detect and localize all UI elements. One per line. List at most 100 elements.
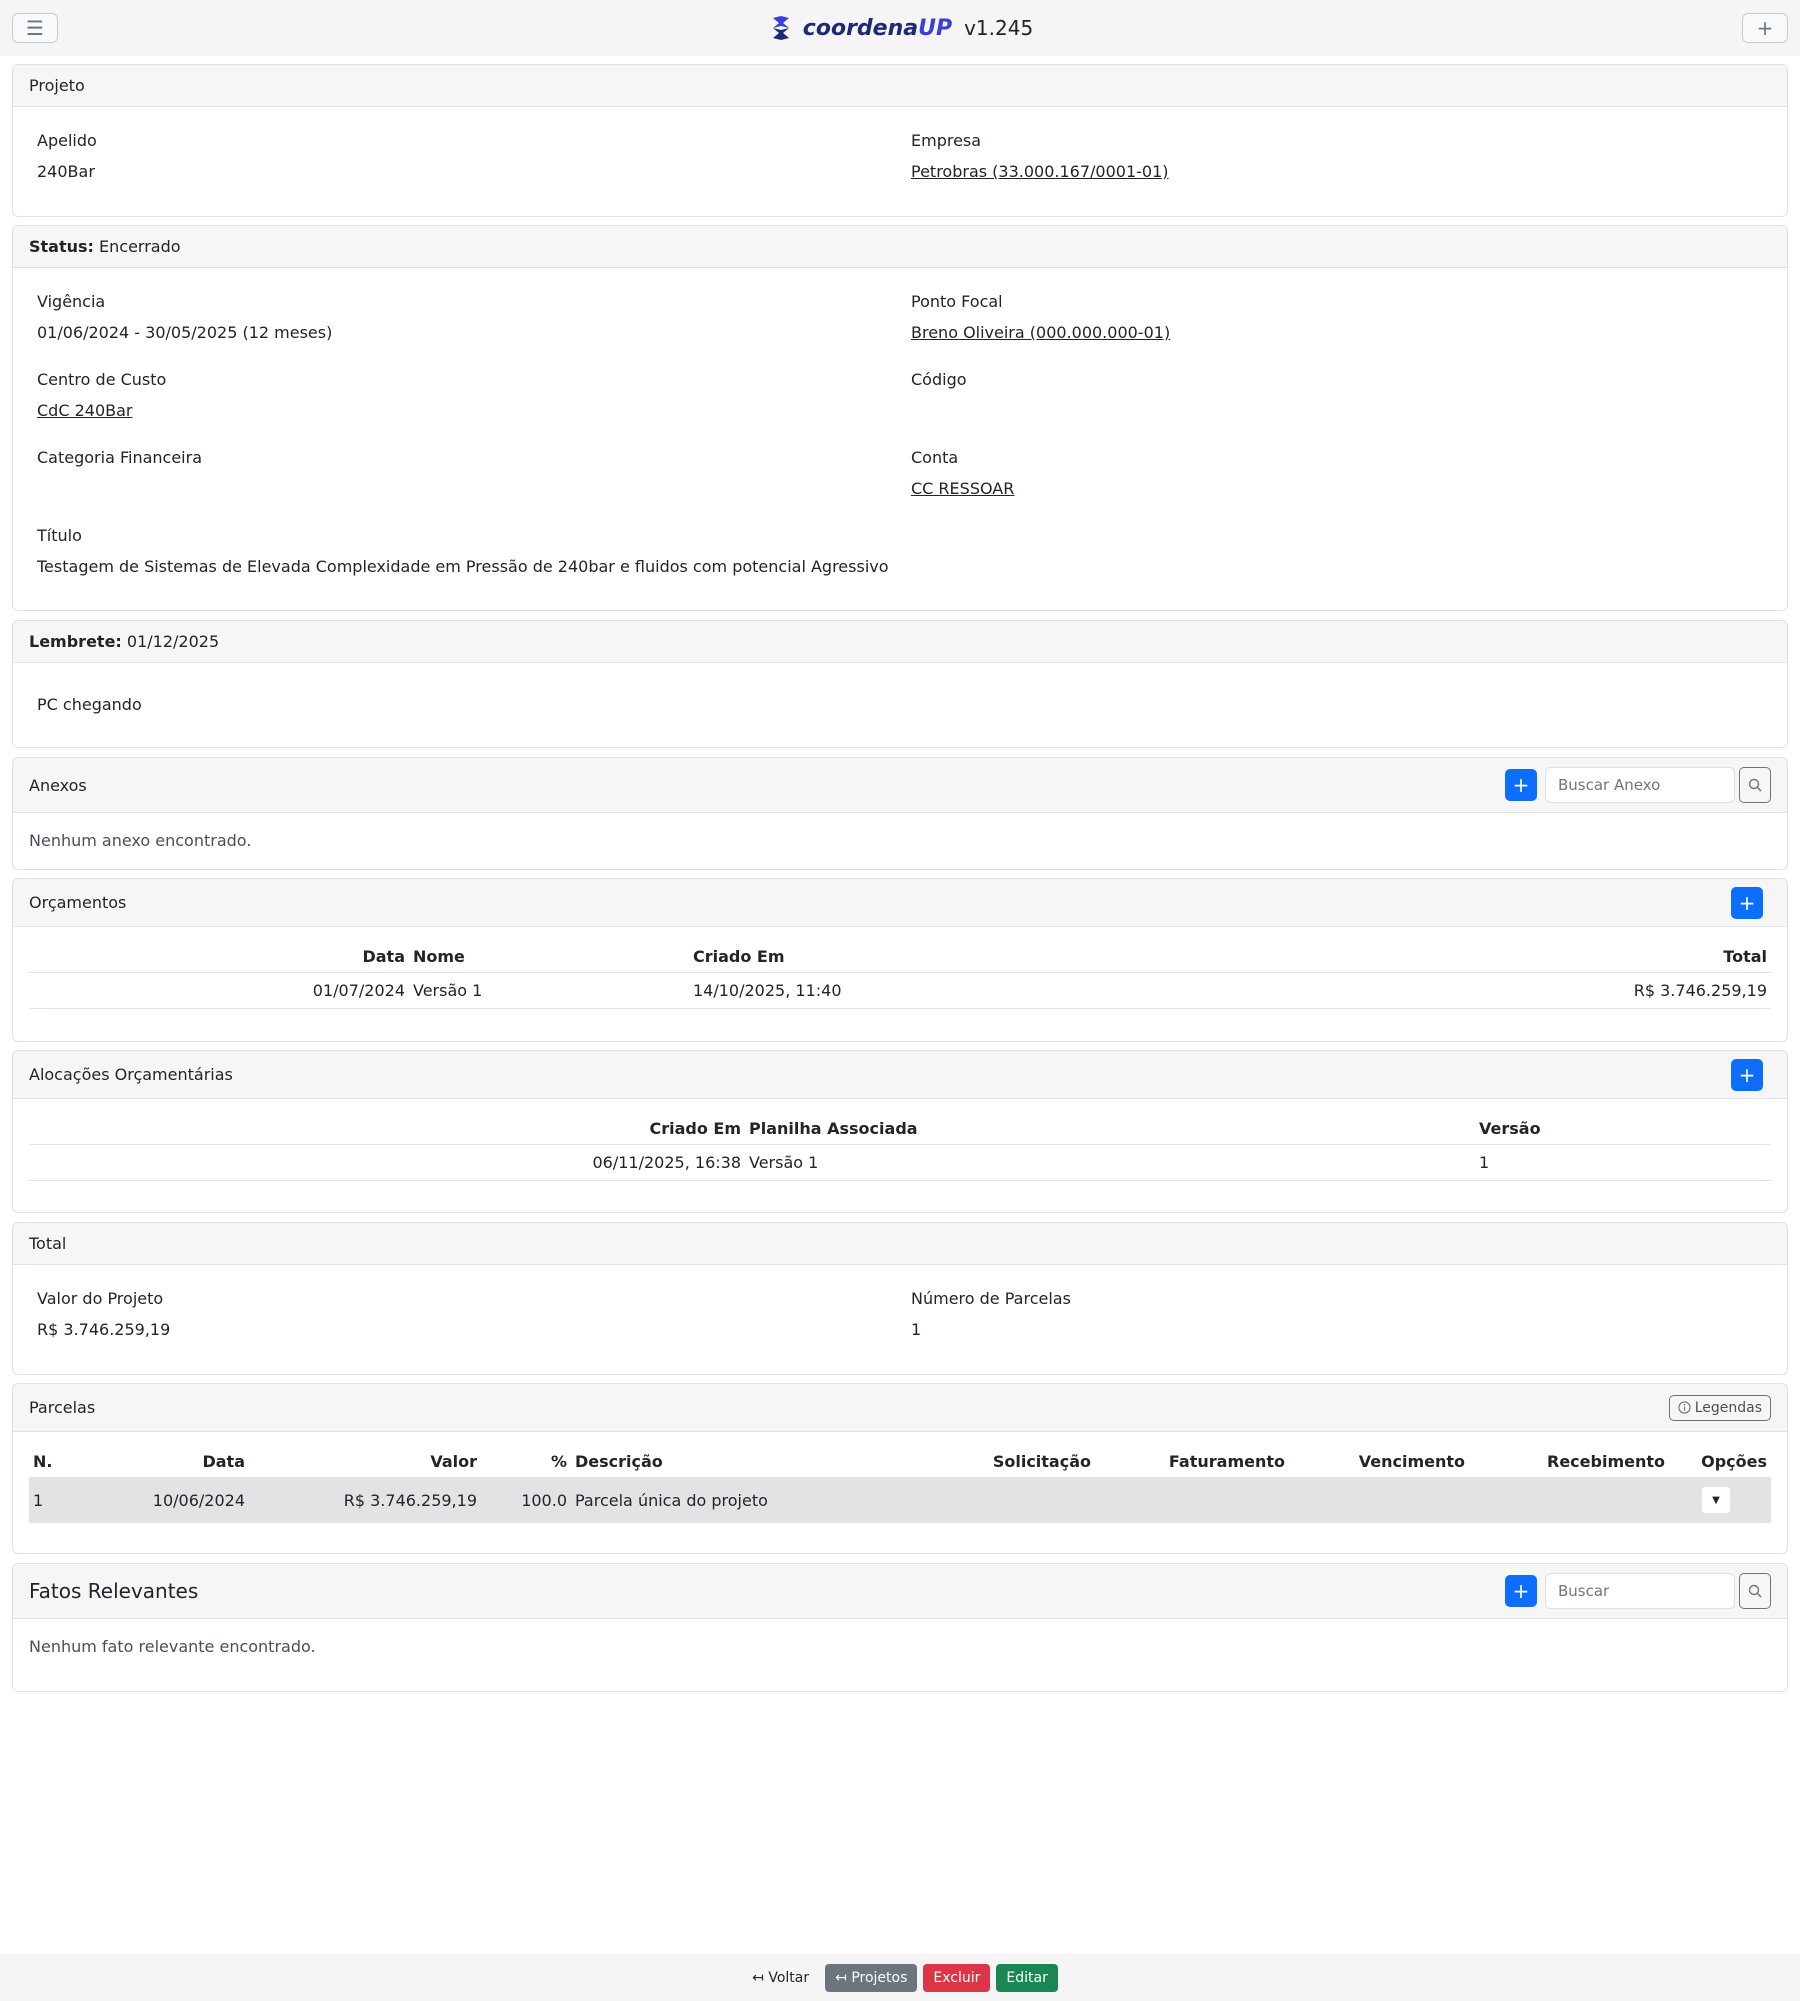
ponto-focal-link[interactable]: Breno Oliveira (000.000.000-01) [911,323,1170,342]
search-icon [1748,1584,1762,1598]
alocacoes-card: Alocações Orçamentárias + Criado Em Plan… [12,1050,1788,1213]
card-title: Total [29,1234,67,1253]
field-label: Vigência [37,292,106,311]
table-cell: 10/06/2024 [89,1477,249,1523]
plus-icon: + [1512,1579,1530,1603]
field-label: Apelido [37,131,97,150]
footer-bar: ↤ Voltar ↤ Projetos Excluir Editar [0,1954,1800,2001]
conta-field: Conta CC RESSOAR [911,448,1014,498]
field-value: 240Bar [37,162,95,181]
card-header: Alocações Orçamentárias + [13,1051,1787,1099]
add-anexo-button[interactable]: + [1505,769,1537,801]
table-cell [1469,1477,1669,1523]
lembrete-text: PC chegando [37,695,142,714]
table-row[interactable]: 1 10/06/2024 R$ 3.746.259,19 100.0 Parce… [29,1477,1771,1523]
legendas-label: Legendas [1694,1399,1762,1416]
column-header: N. [29,1446,89,1478]
card-title: Orçamentos [29,893,127,912]
parcelas-card: Parcelas Legendas N. Data Valor % Descri… [12,1383,1788,1554]
search-anexo-button[interactable] [1739,767,1771,803]
table-cell: 01/07/2024 [29,972,409,1009]
brand[interactable]: coordenaUP v1.245 [767,14,1033,42]
add-fato-button[interactable]: + [1505,1575,1537,1607]
table-header-row: Criado Em Planilha Associada Versão [29,1113,1771,1145]
projeto-card: Projeto Apelido 240Bar Empresa Petrobras… [12,64,1788,217]
column-header: Criado Em [29,1113,745,1145]
table-cell [981,1477,1095,1523]
table-cell: Parcela única do projeto [571,1477,981,1523]
card-title: Anexos [29,775,87,795]
column-header: Planilha Associada [745,1113,1475,1145]
search-icon [1748,778,1762,792]
status-value: Encerrado [99,237,181,256]
orcamentos-table: Data Nome Criado Em Total 01/07/2024 Ver… [29,941,1771,1009]
titulo-field: Título Testagem de Sistemas de Elevada C… [37,526,889,576]
card-title: Parcelas [29,1398,96,1417]
table-cell: R$ 3.746.259,19 [1257,972,1771,1009]
legendas-button[interactable]: Legendas [1668,1394,1771,1421]
search-fato-button[interactable] [1739,1573,1771,1609]
lembrete-label: Lembrete: [29,632,122,651]
field-value: 1 [911,1320,922,1339]
row-options-dropdown[interactable]: ▼ [1701,1486,1731,1514]
parcelas-table: N. Data Valor % Descrição Solicitação Fa… [29,1446,1771,1523]
card-title: Alocações Orçamentárias [29,1065,233,1084]
field-value: 01/06/2024 - 30/05/2025 (12 meses) [37,323,333,342]
card-header: Orçamentos + [13,879,1787,927]
arrow-back-icon: ↤ [835,1969,847,1986]
column-header: Faturamento [1095,1446,1289,1478]
field-value: R$ 3.746.259,19 [37,1320,171,1339]
empresa-link[interactable]: Petrobras (33.000.167/0001-01) [911,162,1169,181]
table-row[interactable]: 01/07/2024 Versão 1 14/10/2025, 11:40 R$… [29,972,1771,1009]
empresa-field: Empresa Petrobras (33.000.167/0001-01) [911,131,1169,181]
plus-icon: + [1738,1062,1756,1087]
field-label: Ponto Focal [911,292,1003,311]
menu-toggle-button[interactable]: ☰ [12,13,58,43]
conta-link[interactable]: CC RESSOAR [911,479,1014,498]
excluir-button[interactable]: Excluir [923,1963,991,1992]
table-cell: 100.0 [481,1477,571,1523]
hamburger-menu-icon: ☰ [26,16,44,40]
caret-down-icon: ▼ [1712,1494,1720,1506]
search-fato-input[interactable] [1545,1573,1735,1609]
field-label: Valor do Projeto [37,1289,164,1308]
fatos-card: Fatos Relevantes + Nenhum fato relevante… [12,1563,1788,1692]
table-cell: Versão 1 [409,972,689,1009]
field-label: Número de Parcelas [911,1289,1071,1308]
table-header-row: N. Data Valor % Descrição Solicitação Fa… [29,1446,1771,1478]
projetos-label: Projetos [851,1969,908,1986]
add-alocacao-button[interactable]: + [1731,1058,1763,1091]
info-circle-icon [1678,1401,1691,1414]
table-cell: 06/11/2025, 16:38 [29,1144,745,1181]
field-label: Centro de Custo [37,370,167,389]
apelido-field: Apelido 240Bar [37,131,97,181]
table-cell: Versão 1 [745,1144,1475,1181]
card-header: Lembrete: 01/12/2025 [13,621,1787,663]
column-header: Recebimento [1469,1446,1669,1478]
search-anexo-input[interactable] [1545,767,1735,803]
field-label: Título [37,526,82,545]
anexos-empty-message: Nenhum anexo encontrado. [29,831,252,850]
table-row[interactable]: 06/11/2025, 16:38 Versão 1 1 [29,1144,1771,1181]
voltar-button[interactable]: ↤ Voltar [742,1964,819,1992]
add-button[interactable]: + [1742,13,1788,43]
centro-custo-link[interactable]: CdC 240Bar [37,401,132,420]
field-label: Empresa [911,131,982,150]
projetos-button[interactable]: ↤ Projetos [825,1963,918,1992]
plus-icon: + [1512,773,1530,797]
categoria-field: Categoria Financeira [37,448,202,479]
card-header: Parcelas Legendas [13,1384,1787,1432]
anexos-card: Anexos + Nenhum anexo encontrado. [12,757,1788,870]
alocacoes-table: Criado Em Planilha Associada Versão 06/1… [29,1113,1771,1181]
add-orcamento-button[interactable]: + [1731,886,1763,919]
table-cell: ▼ [1669,1477,1771,1523]
column-header: Solicitação [981,1446,1095,1478]
centro-custo-field: Centro de Custo CdC 240Bar [37,370,166,420]
column-header: Versão [1475,1113,1771,1145]
card-header: Projeto [13,65,1787,107]
editar-button[interactable]: Editar [996,1963,1058,1992]
column-header: Total [1257,941,1771,973]
orcamentos-card: Orçamentos + Data Nome Criado Em Total 0… [12,878,1788,1042]
total-card: Total Valor do Projeto R$ 3.746.259,19 N… [12,1222,1788,1375]
ponto-focal-field: Ponto Focal Breno Oliveira (000.000.000-… [911,292,1170,342]
